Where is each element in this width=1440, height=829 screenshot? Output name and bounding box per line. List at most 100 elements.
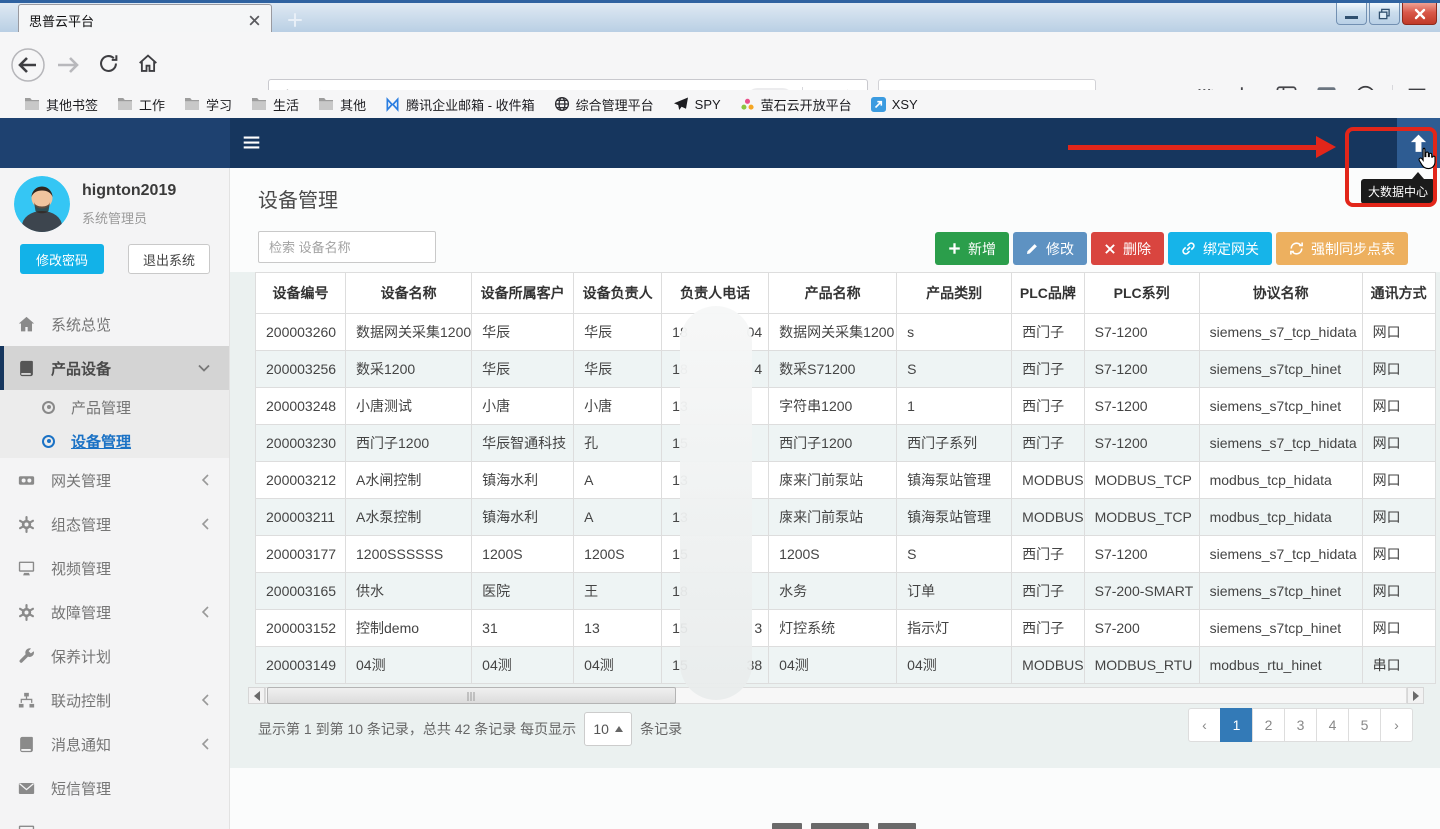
username: hignton2019 — [82, 182, 176, 200]
sidebar-subitem[interactable]: 产品管理 — [0, 390, 230, 424]
avatar[interactable] — [14, 176, 70, 232]
device-search-input[interactable] — [258, 231, 436, 263]
sidebar-item-label: 短信管理 — [51, 778, 111, 799]
pager-page-4[interactable]: 4 — [1316, 708, 1349, 742]
pager-page-2[interactable]: 2 — [1252, 708, 1285, 742]
table-cell: 西门子 — [1012, 351, 1084, 388]
table-cell: 供水 — [346, 573, 472, 610]
bookmark-item[interactable]: SPY — [665, 94, 729, 114]
column-header[interactable]: 设备所属客户 — [472, 273, 574, 314]
table-cell: 控制demo — [346, 610, 472, 647]
table-cell: siemens_s7tcp_hinet — [1199, 573, 1362, 610]
tab-close-icon[interactable] — [248, 14, 261, 27]
table-cell: 1200S — [472, 536, 574, 573]
bullet-icon — [42, 401, 55, 414]
bookmark-item[interactable]: 工作 — [109, 93, 173, 116]
x-icon — [1104, 243, 1116, 255]
close-window-button[interactable] — [1402, 3, 1437, 25]
table-cell: 西门子 — [1012, 388, 1084, 425]
delete-button[interactable]: 删除 — [1091, 232, 1164, 265]
folder-icon — [117, 97, 133, 111]
sidebar-item-1[interactable]: 产品设备 — [0, 346, 230, 390]
sidebar-item-0[interactable]: 系统总览 — [0, 302, 230, 346]
sidebar-item-5[interactable]: 故障管理 — [0, 590, 230, 634]
table-toolbar: 新增修改删除绑定网关强制同步点表 — [935, 232, 1408, 265]
browser-tab[interactable]: 思普云平台 — [18, 4, 272, 35]
bookmarks-bar: 其他书签工作学习 生活 其他腾讯企业邮箱 - 收件箱综合管理平台SPY萤石云开放平台… — [0, 90, 1440, 118]
table-row[interactable]: 200003260数据网关采集1200华辰华辰1804数据网关采集1200s西门… — [256, 314, 1436, 351]
table-cell: 200003165 — [256, 573, 346, 610]
column-header[interactable]: 设备名称 — [346, 273, 472, 314]
pager-page-5[interactable]: 5 — [1348, 708, 1381, 742]
bookmark-label: 生活 — [273, 95, 299, 114]
bookmark-item[interactable]: 综合管理平台 — [546, 93, 662, 116]
sidebar-item-7[interactable]: 联动控制 — [0, 678, 230, 722]
bind-gateway-button[interactable]: 绑定网关 — [1168, 232, 1272, 265]
bookmark-item[interactable]: 其他 — [310, 93, 374, 116]
home-button[interactable] — [137, 53, 159, 74]
bookmark-item[interactable]: 其他书签 — [16, 93, 106, 116]
bookmark-item[interactable]: 生活 — [243, 93, 307, 116]
change-password-button[interactable]: 修改密码 — [20, 244, 104, 274]
sidebar-item-cutoff[interactable] — [18, 824, 35, 829]
product-icon — [18, 360, 35, 377]
column-header[interactable]: 协议名称 — [1199, 273, 1362, 314]
table-cell: 订单 — [897, 573, 1012, 610]
pager-page-1[interactable]: 1 — [1220, 708, 1253, 742]
sidebar-item-9[interactable]: 短信管理 — [0, 766, 230, 810]
column-header[interactable]: PLC品牌 — [1012, 273, 1084, 314]
table-row[interactable]: 20000314904测04测04测153804测04测MODBUSMODBUS… — [256, 647, 1436, 684]
bookmark-item[interactable]: 腾讯企业邮箱 - 收件箱 — [377, 93, 543, 116]
table-cell: 数据网关采集1200 — [769, 314, 897, 351]
sidebar-item-8[interactable]: 消息通知 — [0, 722, 230, 766]
sidebar-item-2[interactable]: 网关管理 — [0, 458, 230, 502]
sync-icon — [1289, 241, 1304, 256]
sidebar-item-6[interactable]: 保养计划 — [0, 634, 230, 678]
column-header[interactable]: 设备编号 — [256, 273, 346, 314]
table-row[interactable]: 200003230西门子1200华辰智通科技孔15西门子1200西门子系列西门子… — [256, 425, 1436, 462]
bookmark-item[interactable]: 学习 — [176, 93, 240, 116]
minimize-button[interactable] — [1336, 3, 1367, 25]
page-size-dropdown[interactable]: 10 — [584, 712, 632, 746]
forward-button[interactable] — [56, 54, 80, 76]
add-button[interactable]: 新增 — [935, 232, 1009, 265]
sidebar-item-label: 消息通知 — [51, 734, 111, 755]
table-cell: 200003211 — [256, 499, 346, 536]
column-header[interactable]: 设备负责人 — [574, 273, 662, 314]
table-row[interactable]: 200003211A水泵控制镇海水利A13庲来门前泵站镇海泵站管理MODBUSM… — [256, 499, 1436, 536]
table-row[interactable]: 200003165供水医院王18水务订单西门子S7-200-SMARTsieme… — [256, 573, 1436, 610]
hscroll-left-button[interactable] — [248, 687, 265, 704]
sidebar-item-4[interactable]: 视频管理 — [0, 546, 230, 590]
sidebar-item-3[interactable]: 组态管理 — [0, 502, 230, 546]
hscroll-right-button[interactable] — [1407, 687, 1424, 704]
table-row[interactable]: 2000031771200SSSSSS1200S1200S151200SS西门子… — [256, 536, 1436, 573]
bookmark-item[interactable]: 萤石云开放平台 — [732, 93, 860, 116]
bookmark-label: 其他 — [340, 95, 366, 114]
edit-button[interactable]: 修改 — [1013, 232, 1087, 265]
column-header[interactable]: 产品名称 — [769, 273, 897, 314]
pager-page-3[interactable]: 3 — [1284, 708, 1317, 742]
restore-button[interactable] — [1369, 3, 1400, 25]
chevron-left-icon — [201, 606, 210, 618]
hscroll-thumb[interactable] — [267, 687, 676, 704]
force-sync-button[interactable]: 强制同步点表 — [1276, 232, 1408, 265]
column-header[interactable]: 通讯方式 — [1362, 273, 1435, 314]
refresh-button[interactable] — [98, 53, 119, 74]
table-cell: 31 — [472, 610, 574, 647]
pager-next[interactable]: › — [1380, 708, 1413, 742]
sidebar-subitem[interactable]: 设备管理 — [0, 424, 230, 458]
pager-prev[interactable]: ‹ — [1188, 708, 1221, 742]
back-button[interactable] — [10, 47, 46, 83]
sidebar-item-label: 网关管理 — [51, 470, 111, 491]
table-row[interactable]: 200003256数采1200华辰华辰184数采S71200S西门子S7-120… — [256, 351, 1436, 388]
column-header[interactable]: 产品类别 — [897, 273, 1012, 314]
table-cell: A — [574, 499, 662, 536]
table-row[interactable]: 200003248小唐测试小唐小唐13字符串12001西门子S7-1200sie… — [256, 388, 1436, 425]
table-row[interactable]: 200003152控制demo3113153灯控系统指示灯西门子S7-200si… — [256, 610, 1436, 647]
column-header[interactable]: PLC系列 — [1084, 273, 1199, 314]
new-tab-button[interactable] — [282, 7, 308, 33]
bookmark-item[interactable]: XSY — [863, 95, 926, 114]
table-row[interactable]: 200003212A水闸控制镇海水利A13庲来门前泵站镇海泵站管理MODBUSM… — [256, 462, 1436, 499]
sidebar-collapse-icon[interactable] — [243, 135, 260, 150]
logout-button[interactable]: 退出系统 — [128, 244, 210, 274]
